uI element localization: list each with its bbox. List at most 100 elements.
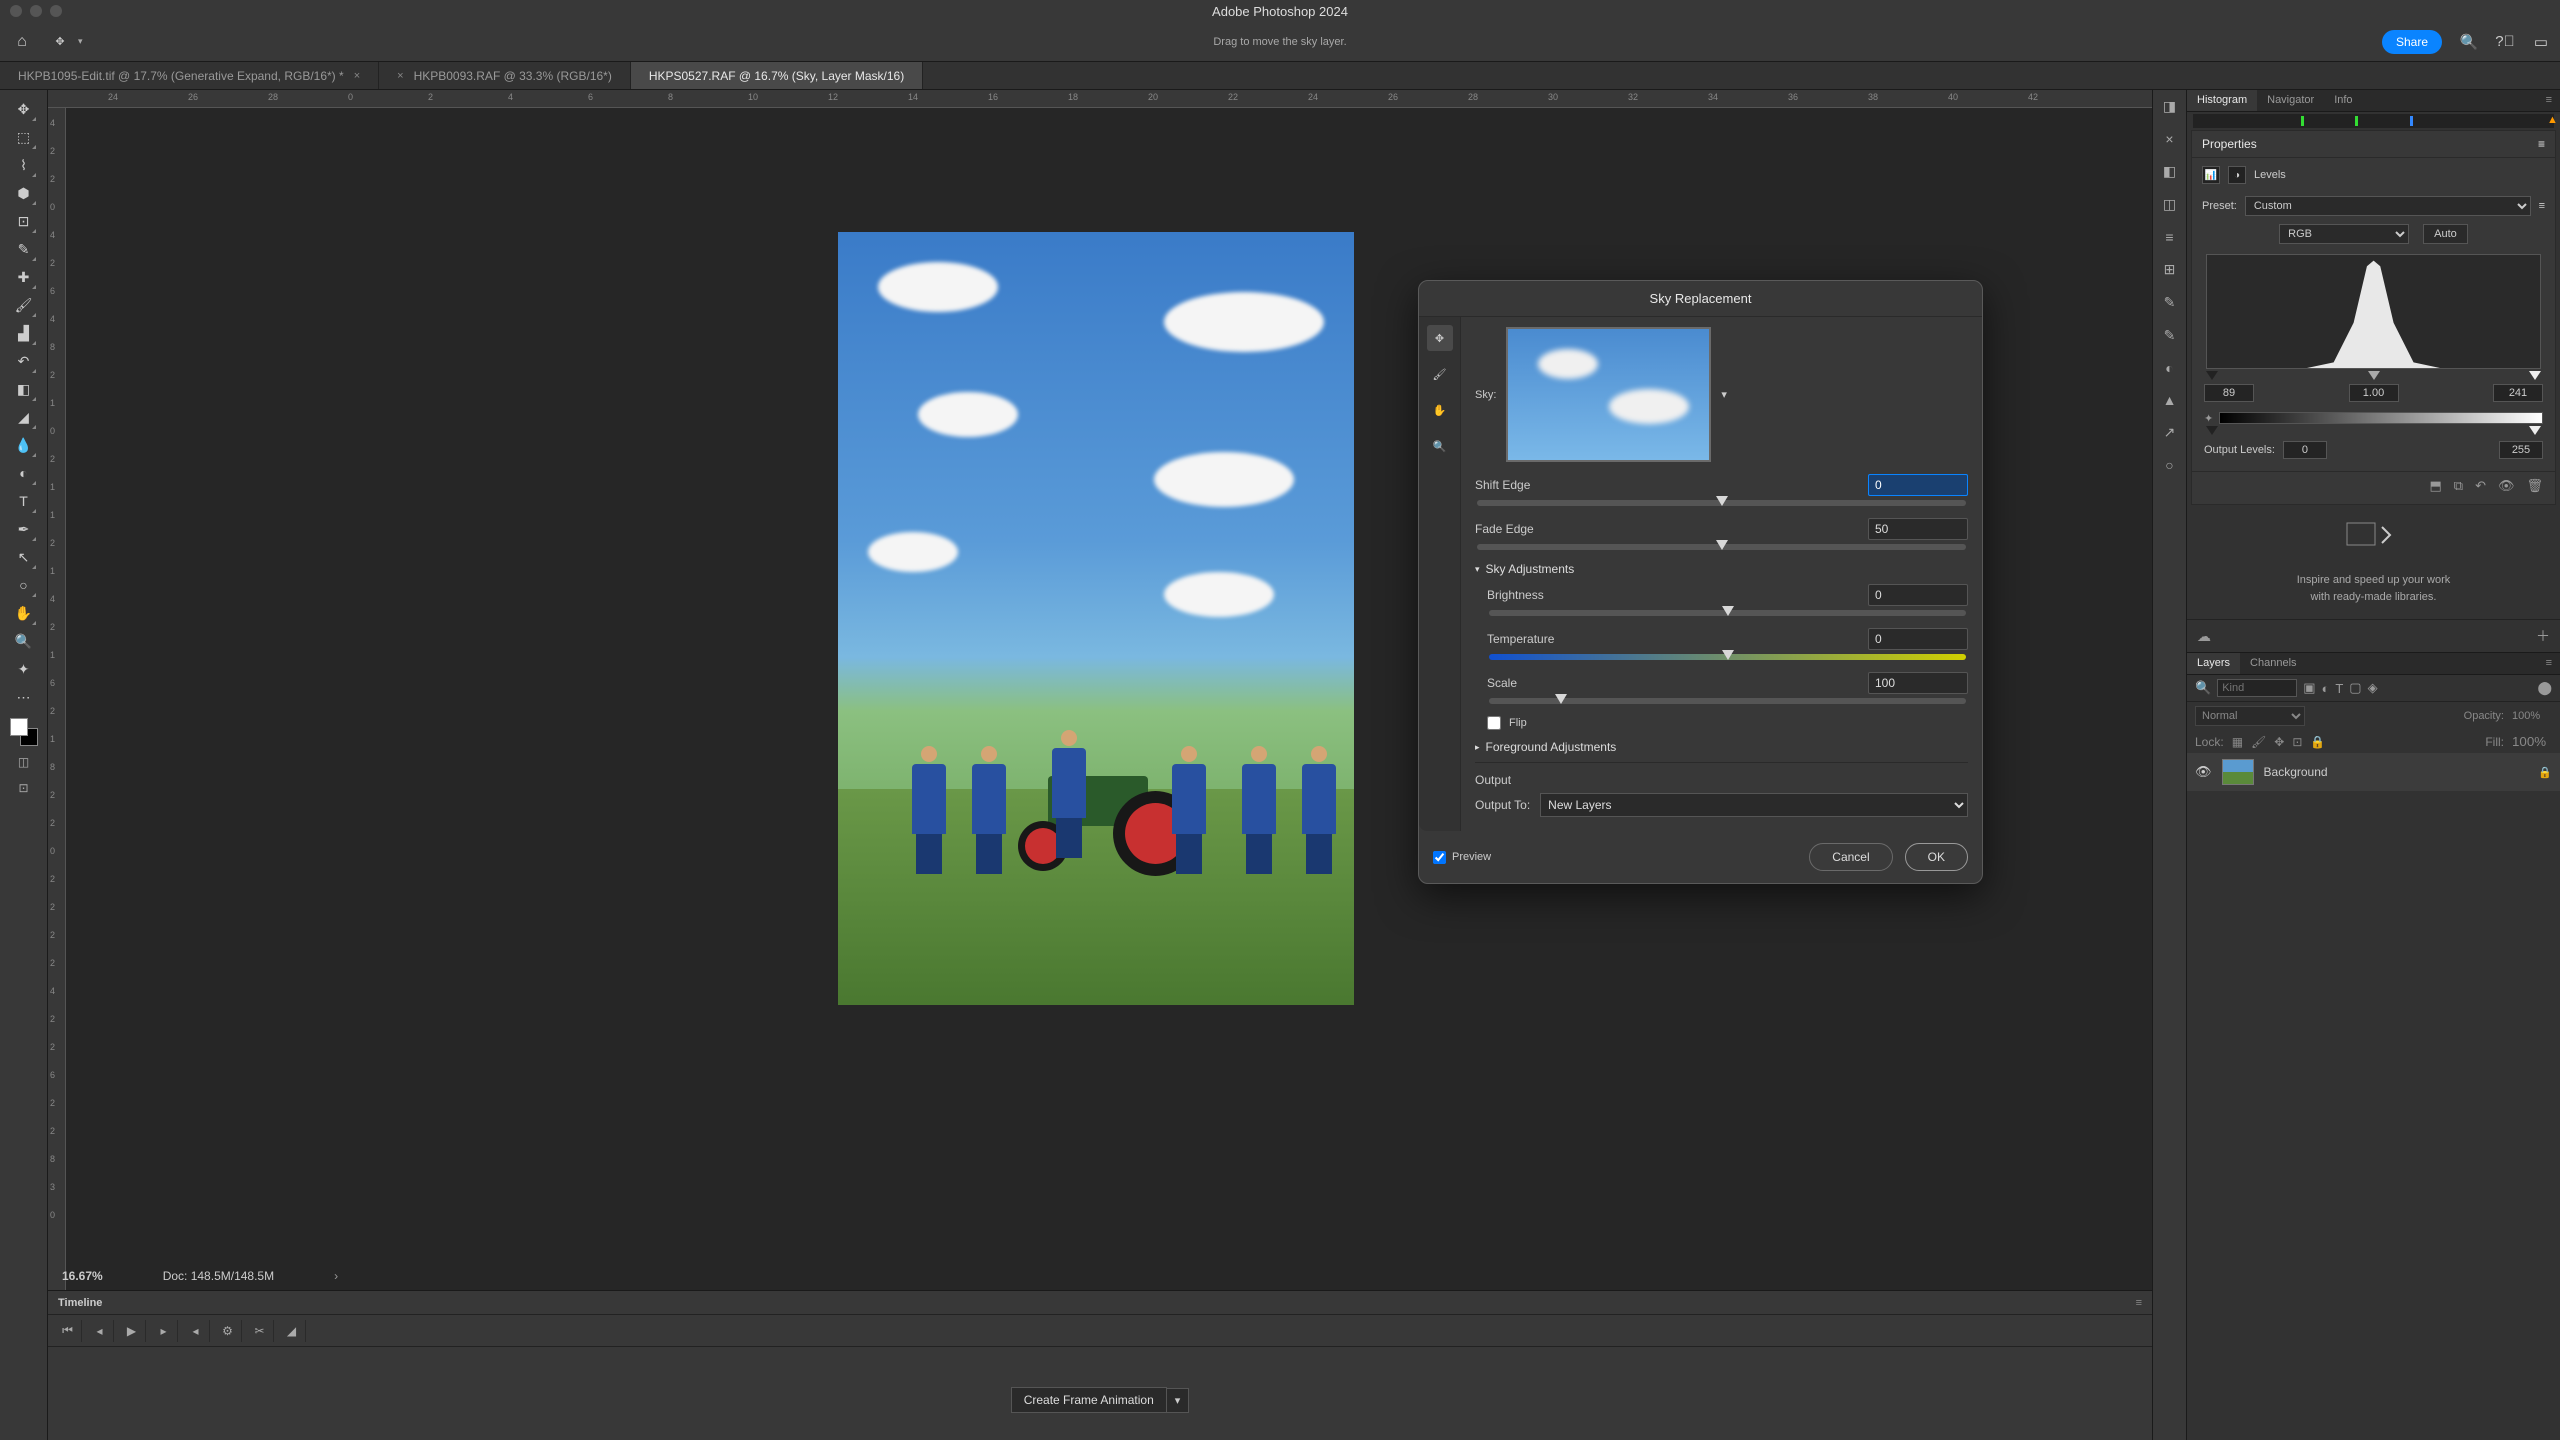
panel-icon[interactable]: ◨ (2163, 98, 2176, 115)
prev-frame-icon[interactable]: ◂ (86, 1320, 114, 1342)
transition-icon[interactable]: ◢ (278, 1320, 306, 1342)
panel-icon[interactable]: ▲ (2163, 392, 2177, 408)
flip-checkbox[interactable] (1487, 716, 1501, 730)
panel-icon[interactable]: ↗ (2164, 424, 2176, 441)
sky-brush-tool-icon[interactable]: 🖌 (1427, 361, 1453, 387)
stamp-tool-icon[interactable]: ▟ (11, 320, 37, 346)
clip-icon[interactable]: ⬒ (2429, 478, 2441, 494)
scale-slider[interactable] (1489, 698, 1966, 704)
black-point-slider[interactable] (2206, 371, 2218, 380)
output-black-input[interactable] (2283, 441, 2327, 459)
black-input[interactable] (2204, 384, 2254, 402)
filter-toggle-icon[interactable]: ⬤ (2537, 680, 2552, 696)
panel-menu-icon[interactable]: ≡ (2539, 200, 2545, 212)
panel-icon[interactable]: ✎ (2164, 327, 2176, 344)
next-frame-icon[interactable]: ▸ (150, 1320, 178, 1342)
visibility-icon[interactable]: 👁 (2195, 764, 2212, 780)
mid-point-slider[interactable] (2368, 371, 2380, 380)
fill-input[interactable] (2512, 734, 2552, 749)
eyedropper-tool-icon[interactable]: ✎ (11, 236, 37, 262)
tab-info[interactable]: Info (2324, 90, 2362, 111)
document-tab[interactable]: HKPB1095-Edit.tif @ 17.7% (Generative Ex… (0, 62, 379, 89)
panel-icon[interactable]: ◧ (2163, 163, 2176, 180)
trash-icon[interactable]: 🗑 (2526, 478, 2543, 494)
create-frame-animation-button[interactable]: Create Frame Animation (1011, 1387, 1167, 1413)
settings-icon[interactable]: ⚙ (214, 1320, 242, 1342)
tab-layers[interactable]: Layers (2187, 653, 2240, 674)
white-input[interactable] (2493, 384, 2543, 402)
cancel-button[interactable]: Cancel (1809, 843, 1892, 871)
panel-icon[interactable]: ✎ (2164, 294, 2176, 311)
scale-input[interactable] (1868, 672, 1968, 694)
play-icon[interactable]: ▶ (118, 1320, 146, 1342)
brightness-input[interactable] (1868, 584, 1968, 606)
move-sky-tool-icon[interactable]: ✥ (1427, 325, 1453, 351)
blur-tool-icon[interactable]: 💧 (11, 432, 37, 458)
lock-paint-icon[interactable]: 🖌 (2251, 735, 2266, 749)
eraser-tool-icon[interactable]: ◧ (11, 376, 37, 402)
timeline-label[interactable]: Timeline (58, 1297, 102, 1309)
lock-icon[interactable]: 🔒 (2538, 766, 2552, 779)
shape-tool-icon[interactable]: ○ (11, 572, 37, 598)
hand-tool-icon[interactable]: ✋ (1427, 397, 1453, 423)
move-tool-icon[interactable]: ✥ (11, 96, 37, 122)
lock-pixels-icon[interactable]: ▦ (2232, 735, 2243, 749)
add-icon[interactable]: ＋ (2536, 626, 2550, 646)
selection-tool-icon[interactable]: ⬢ (11, 180, 37, 206)
opacity-input[interactable] (2512, 710, 2552, 722)
lock-all-icon[interactable]: 🔒 (2310, 735, 2325, 749)
preset-select[interactable]: Custom (2245, 196, 2531, 216)
screenmode-icon[interactable]: ⊡ (12, 778, 36, 798)
document-tab-active[interactable]: HKPS0527.RAF @ 16.7% (Sky, Layer Mask/16… (631, 62, 923, 89)
filter-pixel-icon[interactable]: ▣ (2303, 680, 2315, 696)
close-icon[interactable]: × (397, 70, 403, 82)
first-frame-icon[interactable]: ⏮ (54, 1320, 82, 1342)
share-button[interactable]: Share (2382, 30, 2442, 54)
type-tool-icon[interactable]: T (11, 488, 37, 514)
mid-input[interactable] (2349, 384, 2399, 402)
pen-tool-icon[interactable]: ✒ (11, 516, 37, 542)
dodge-tool-icon[interactable]: ◐ (11, 460, 37, 486)
temperature-input[interactable] (1868, 628, 1968, 650)
fade-edge-input[interactable] (1868, 518, 1968, 540)
panel-icon[interactable]: ◐ (2165, 360, 2173, 376)
cut-icon[interactable]: ✂ (246, 1320, 274, 1342)
wands-icon[interactable]: ✦ (2204, 412, 2213, 425)
document-canvas[interactable] (838, 232, 1354, 1005)
lock-position-icon[interactable]: ✥ (2274, 735, 2284, 749)
output-gradient[interactable] (2219, 412, 2543, 424)
zoom-level[interactable]: 16.67% (62, 1269, 103, 1283)
shift-edge-slider[interactable] (1477, 500, 1966, 506)
path-selection-icon[interactable]: ↖ (11, 544, 37, 570)
white-point-slider[interactable] (2529, 371, 2541, 380)
preview-checkbox[interactable] (1433, 851, 1446, 864)
tab-channels[interactable]: Channels (2240, 653, 2306, 674)
panel-menu-icon[interactable]: ≡ (2538, 90, 2560, 111)
zoom-tool-icon[interactable]: 🔍 (1427, 433, 1453, 459)
tab-navigator[interactable]: Navigator (2257, 90, 2324, 111)
zoom-window-icon[interactable] (50, 5, 62, 17)
panel-menu-icon[interactable]: ≡ (2538, 137, 2545, 151)
tool-preset-dropdown[interactable]: ▾ (78, 36, 83, 47)
history-brush-icon[interactable]: ↶ (11, 348, 37, 374)
levels-histogram[interactable] (2206, 254, 2541, 369)
visibility-icon[interactable]: 👁 (2498, 478, 2515, 494)
zoom-tool-icon[interactable]: 🔍 (11, 628, 37, 654)
layer-item[interactable]: 👁 Background 🔒 (2187, 753, 2560, 791)
output-white-input[interactable] (2499, 441, 2543, 459)
filter-smart-icon[interactable]: ◈ (2368, 680, 2378, 696)
fade-edge-slider[interactable] (1477, 544, 1966, 550)
shift-edge-input[interactable] (1868, 474, 1968, 496)
sky-adjustments-header[interactable]: ▾ Sky Adjustments (1475, 562, 1968, 576)
panel-icon[interactable]: ◫ (2163, 196, 2176, 213)
window-controls[interactable] (0, 5, 62, 17)
filter-type-icon[interactable]: T (2335, 681, 2343, 696)
healing-tool-icon[interactable]: ✚ (11, 264, 37, 290)
tab-histogram[interactable]: Histogram (2187, 90, 2257, 111)
close-icon[interactable]: × (354, 70, 360, 82)
panel-icon[interactable]: ≡ (2165, 229, 2173, 245)
output-white-slider[interactable] (2529, 426, 2541, 435)
brightness-slider[interactable] (1489, 610, 1966, 616)
edit-toolbar-icon[interactable]: ⋯ (11, 684, 37, 710)
move-tool-icon[interactable]: ✥ (48, 30, 72, 54)
